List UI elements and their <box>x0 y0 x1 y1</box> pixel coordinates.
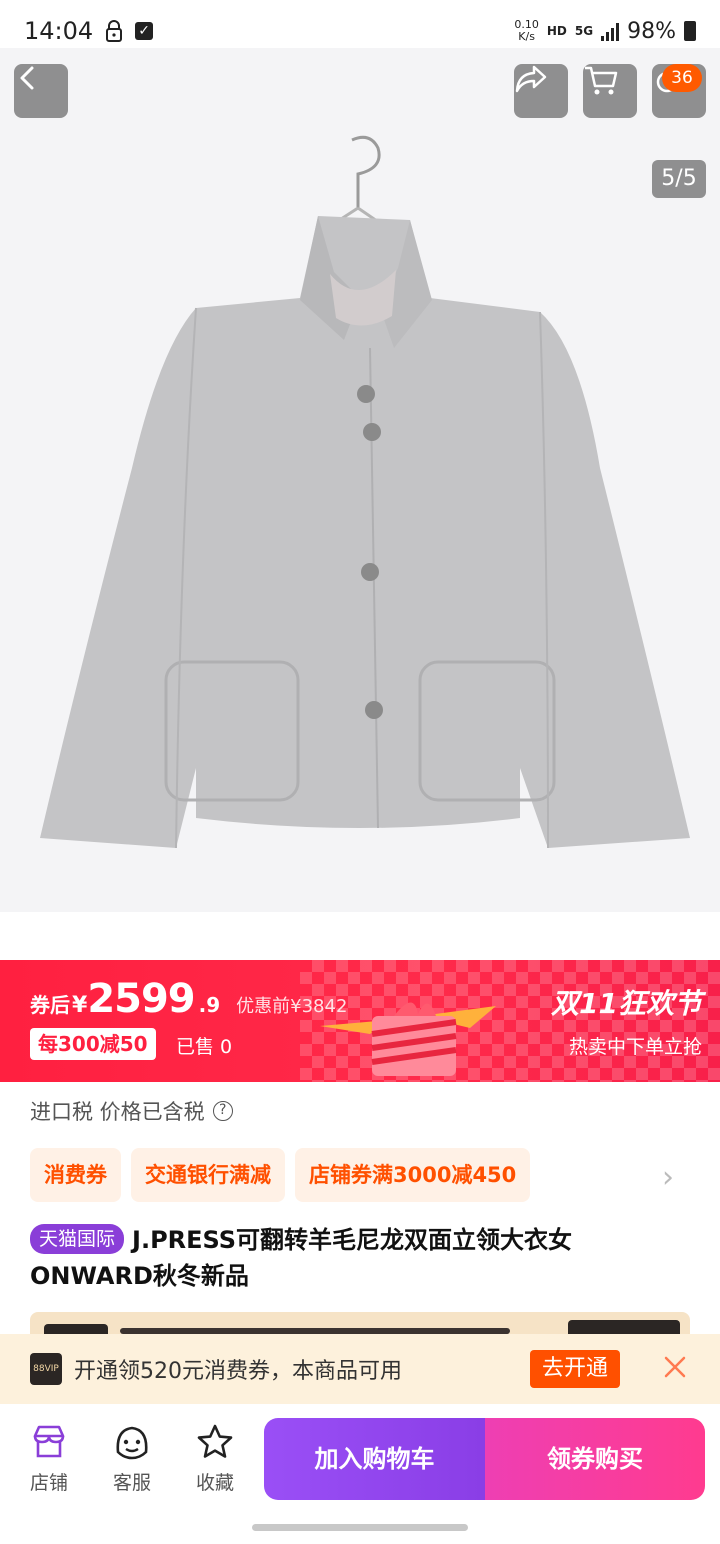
product-image-gallery[interactable]: 36 5/5 视频 图集 <box>0 48 720 912</box>
bottom-action-bar: 店铺 客服 收藏 加入购物车 领券购买 <box>0 1404 720 1544</box>
service-label: 客服 <box>112 1472 151 1494</box>
help-icon[interactable]: ? <box>212 1101 233 1121</box>
sold-count: 已售 0 <box>176 1036 233 1058</box>
network-type: 5G <box>574 24 594 38</box>
coupon-consumption[interactable]: 消费券 <box>30 1148 121 1202</box>
price-line: 券后 ¥ 2599 .9 优惠前¥3842 <box>30 976 347 1022</box>
price-banner: 券后 ¥ 2599 .9 优惠前¥3842 每300减50 已售 0 双11狂欢… <box>0 960 720 1082</box>
price-currency: ¥ <box>72 993 88 1018</box>
share-button[interactable] <box>514 64 568 118</box>
favorite-button[interactable]: 收藏 <box>180 1422 250 1495</box>
shop-button[interactable]: 店铺 <box>14 1422 84 1495</box>
price-label: 券后 <box>30 993 70 1017</box>
festival-subtitle: 热卖中下单立抢 <box>568 1036 702 1058</box>
price-integer: 2599 <box>87 976 195 1022</box>
gift-box-icon <box>320 1002 496 1076</box>
net-speed: 0.10 K/s <box>514 19 539 43</box>
lock-icon <box>105 20 123 42</box>
customer-service-button[interactable]: 客服 <box>97 1422 167 1495</box>
festival-title: 双11狂欢节 <box>551 987 702 1020</box>
vip-logo: 88VIP <box>30 1353 62 1385</box>
tax-text: 进口税 价格已含税 <box>30 1100 205 1124</box>
battery-icon <box>684 21 696 41</box>
status-time: 14:04 <box>24 17 94 45</box>
favorite-label: 收藏 <box>195 1472 234 1494</box>
cart-icon <box>585 66 618 95</box>
chevron-left-icon <box>20 66 34 90</box>
coupon-list: 消费券 交通银行满减 店铺券满3000减450 <box>30 1148 531 1202</box>
net-speed-unit: K/s <box>518 30 535 43</box>
product-title-block: 天猫国际 J.PRESS可翻转羊毛尼龙双面立领大衣女ONWARD秋冬新品 <box>30 1222 690 1294</box>
vip-text: 开通领520元消费券，本商品可用 <box>74 1359 402 1384</box>
cart-button[interactable] <box>583 64 637 118</box>
checkbox-notification-icon: ✓ <box>135 22 154 40</box>
coat-image <box>40 135 690 849</box>
add-to-cart-button[interactable]: 加入购物车 <box>264 1418 485 1500</box>
home-indicator[interactable] <box>252 1524 468 1531</box>
vip-open-button[interactable]: 去开通 <box>530 1350 621 1388</box>
status-indicators: 0.10 K/s HD 5G 98% <box>514 19 696 44</box>
signal-icon <box>601 21 620 41</box>
cart-count-badge: 36 <box>662 64 702 92</box>
vip-banner: 88VIP 开通领520元消费券，本商品可用 去开通 <box>0 1334 720 1404</box>
chevron-right-icon[interactable]: › <box>662 1160 674 1195</box>
coupon-bank[interactable]: 交通银行满减 <box>131 1148 285 1202</box>
battery-percent: 98% <box>627 18 676 44</box>
back-button[interactable] <box>14 64 68 118</box>
price-decimal: .9 <box>198 993 221 1017</box>
buy-button[interactable]: 领券购买 <box>485 1418 705 1500</box>
coupon-store[interactable]: 店铺券满3000减450 <box>295 1148 531 1202</box>
tax-info[interactable]: 进口税 价格已含税 ? <box>30 1096 233 1126</box>
customer-service-icon <box>116 1426 148 1460</box>
discount-chip: 每300减50 <box>30 1028 156 1060</box>
image-counter: 5/5 <box>652 160 706 198</box>
hd-indicator: HD <box>546 24 567 38</box>
tmall-global-badge: 天猫国际 <box>30 1224 125 1254</box>
close-icon[interactable] <box>660 1352 690 1382</box>
shop-icon <box>33 1425 65 1458</box>
vip-offer-card-partial <box>30 1312 690 1334</box>
star-icon <box>197 1424 233 1458</box>
shop-label: 店铺 <box>29 1472 68 1494</box>
share-icon <box>515 65 547 93</box>
